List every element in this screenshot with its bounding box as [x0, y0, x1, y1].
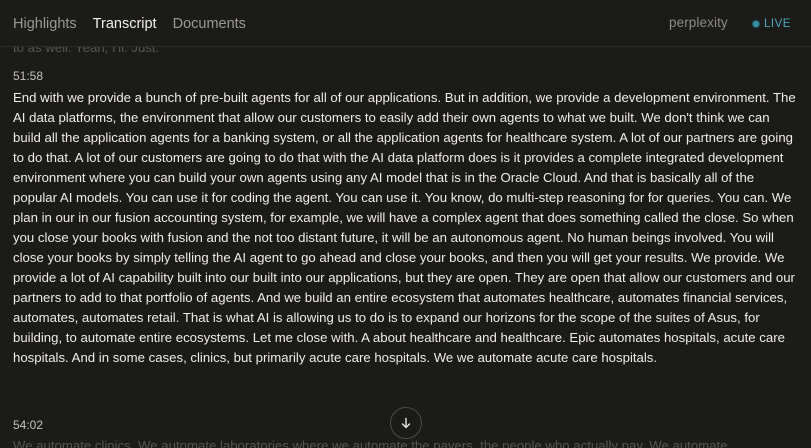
live-dot-icon	[753, 21, 759, 27]
tab-documents[interactable]: Documents	[173, 15, 246, 33]
segment-timestamp: 51:58	[13, 69, 44, 83]
segment-timestamp: 54:02	[13, 418, 44, 432]
transcript-panel[interactable]: to as well. Yeah, I'll. Just. 51:58 End …	[0, 0, 811, 448]
scroll-to-bottom-button[interactable]	[390, 407, 422, 439]
tab-highlights[interactable]: Highlights	[13, 15, 77, 33]
brand-logo: perplexity	[669, 15, 728, 30]
segment-text: End with we provide a bunch of pre-built…	[13, 90, 796, 365]
live-indicator: LIVE	[753, 18, 791, 30]
arrow-down-icon	[401, 417, 411, 429]
tab-bar: Highlights Transcript Documents	[13, 15, 246, 33]
live-label: LIVE	[764, 18, 791, 30]
app-window: to as well. Yeah, I'll. Just. 51:58 End …	[0, 0, 811, 448]
tab-transcript[interactable]: Transcript	[93, 15, 157, 33]
top-bar: Highlights Transcript Documents perplexi…	[0, 0, 811, 47]
